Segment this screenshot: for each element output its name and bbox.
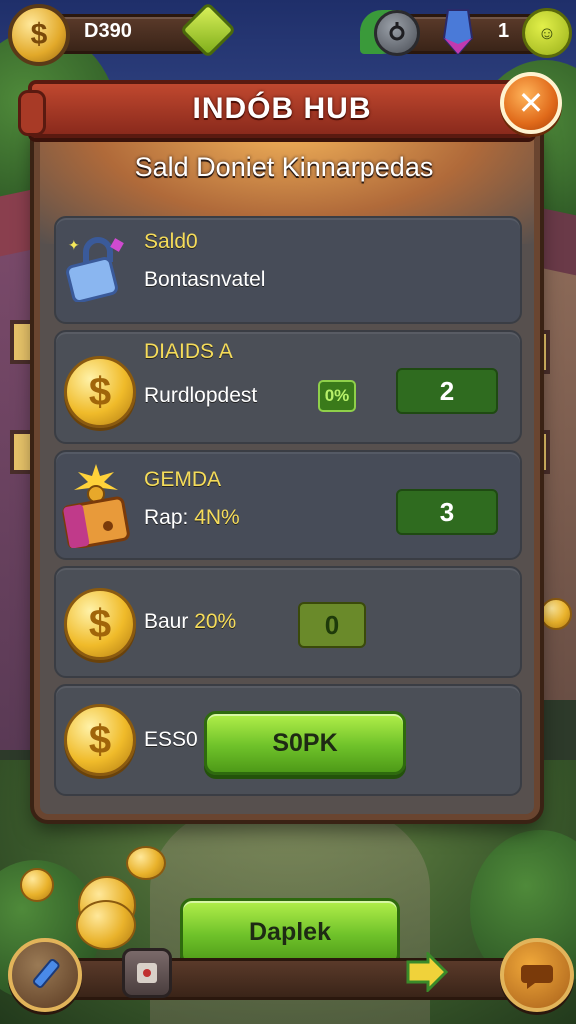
dialog-title-banner: INDÓB HUB [18,80,546,138]
row-title: GEMDA [144,468,222,491]
svg-text:✦: ✦ [68,238,80,254]
value-box[interactable]: 3 [396,489,498,535]
bonus-tag: 0% [318,380,356,412]
coin-decoration [20,868,54,902]
pencil-icon [33,958,60,988]
row-description: ESS0 [144,728,198,751]
coin-icon: $ [64,588,136,660]
coin-icon: $ [64,356,136,428]
close-button[interactable]: ✕ [500,72,562,134]
coin-decoration [540,598,572,630]
chat-button[interactable] [500,938,574,1012]
coin-icon: $ [8,4,70,66]
padlock-icon: ✦ [66,237,124,302]
arrow-button[interactable] [404,950,448,994]
row-title: DIAIDS A [144,340,233,363]
value-box[interactable]: 2 [396,368,498,414]
dialog-title: INDÓB HUB [192,92,372,125]
row-description: Baur 20% [144,610,237,633]
value-box[interactable]: 0 [298,602,366,648]
gem-counter-value: 1 [498,20,510,42]
coin-counter-value: D390 [84,20,132,42]
arrow-right-icon [406,952,448,992]
clipboard-button[interactable] [122,948,172,998]
coin-icon: $ [64,704,136,776]
row-action-button[interactable]: S0PK [204,711,406,775]
settings-gear-icon[interactable] [374,10,420,56]
main-action-button[interactable]: Daplek [180,898,400,966]
coin-decoration [126,846,166,880]
speech-bubble-icon [521,965,553,989]
close-icon: ✕ [517,85,545,121]
row-title: Sald0 [144,230,198,253]
treasure-chest-icon [62,464,130,548]
dialog-subtitle: Sald Doniet Kinnarpedas [134,152,434,182]
row-description: Rurdlopdest [144,384,258,407]
clipboard-icon [137,963,157,983]
banner-scroll-left [18,90,46,136]
pencil-button[interactable] [8,938,82,1012]
smiley-badge-icon[interactable]: ☺ [522,8,572,58]
crystal-icon [442,8,474,56]
row-description: Bontasnvatel [144,268,266,291]
coin-stack-decoration [76,900,136,950]
row-description: Rap: 4N% [144,506,240,529]
